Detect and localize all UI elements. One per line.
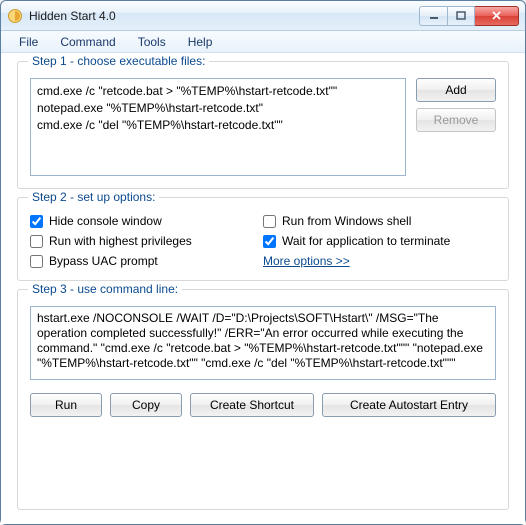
highest-priv-label: Run with highest privileges — [49, 234, 192, 248]
hide-console-checkbox[interactable]: Hide console window — [30, 214, 263, 228]
step2-group: Step 2 - set up options: Hide console wi… — [17, 197, 509, 281]
bypass-uac-label: Bypass UAC prompt — [49, 254, 158, 268]
list-item[interactable]: cmd.exe /c "retcode.bat > "%TEMP%\hstart… — [37, 83, 399, 100]
minimize-button[interactable] — [419, 6, 447, 26]
hide-console-input[interactable] — [30, 215, 43, 228]
list-item[interactable]: notepad.exe "%TEMP%\hstart-retcode.txt" — [37, 100, 399, 117]
add-button[interactable]: Add — [416, 78, 496, 102]
step1-label: Step 1 - choose executable files: — [28, 54, 209, 68]
highest-priv-input[interactable] — [30, 235, 43, 248]
run-from-shell-checkbox[interactable]: Run from Windows shell — [263, 214, 496, 228]
menu-file[interactable]: File — [9, 33, 48, 51]
wait-term-label: Wait for application to terminate — [282, 234, 450, 248]
step1-group: Step 1 - choose executable files: cmd.ex… — [17, 61, 509, 189]
bypass-uac-checkbox[interactable]: Bypass UAC prompt — [30, 254, 263, 268]
app-window: Hidden Start 4.0 File Command Tools Help… — [0, 0, 526, 525]
maximize-icon — [456, 11, 466, 21]
window-title: Hidden Start 4.0 — [29, 9, 419, 23]
remove-button[interactable]: Remove — [416, 108, 496, 132]
step2-label: Step 2 - set up options: — [28, 190, 159, 204]
create-autostart-button[interactable]: Create Autostart Entry — [322, 393, 496, 417]
titlebar[interactable]: Hidden Start 4.0 — [1, 1, 525, 31]
copy-button[interactable]: Copy — [110, 393, 182, 417]
close-button[interactable] — [475, 6, 519, 26]
bypass-uac-input[interactable] — [30, 255, 43, 268]
menu-tools[interactable]: Tools — [128, 33, 176, 51]
run-button[interactable]: Run — [30, 393, 102, 417]
maximize-button[interactable] — [447, 6, 475, 26]
create-shortcut-button[interactable]: Create Shortcut — [190, 393, 314, 417]
list-item[interactable]: cmd.exe /c "del "%TEMP%\hstart-retcode.t… — [37, 117, 399, 134]
executable-listbox[interactable]: cmd.exe /c "retcode.bat > "%TEMP%\hstart… — [30, 78, 406, 176]
window-controls — [419, 6, 519, 26]
wait-term-checkbox[interactable]: Wait for application to terminate — [263, 234, 496, 248]
hide-console-label: Hide console window — [49, 214, 162, 228]
highest-priv-checkbox[interactable]: Run with highest privileges — [30, 234, 263, 248]
menu-command[interactable]: Command — [50, 33, 125, 51]
close-icon — [491, 10, 502, 21]
content-area: Step 1 - choose executable files: cmd.ex… — [1, 53, 525, 524]
run-from-shell-input[interactable] — [263, 215, 276, 228]
minimize-icon — [429, 11, 439, 21]
more-options-link[interactable]: More options >> — [263, 254, 496, 268]
run-from-shell-label: Run from Windows shell — [282, 214, 411, 228]
menubar: File Command Tools Help — [1, 31, 525, 53]
step3-group: Step 3 - use command line: Run Copy Crea… — [17, 289, 509, 510]
command-line-textarea[interactable] — [30, 306, 496, 380]
step3-label: Step 3 - use command line: — [28, 282, 182, 296]
wait-term-input[interactable] — [263, 235, 276, 248]
app-icon — [7, 8, 23, 24]
menu-help[interactable]: Help — [178, 33, 223, 51]
